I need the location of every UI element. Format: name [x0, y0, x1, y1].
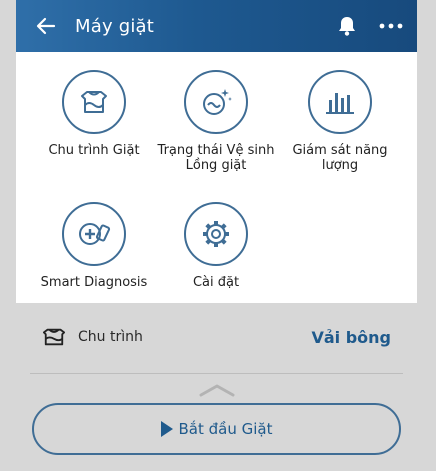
smart-diagnosis-icon [79, 223, 111, 245]
tile-label: Giám sát năng lượng [292, 143, 388, 173]
app-header: Máy giặt [16, 0, 417, 52]
back-button[interactable] [31, 11, 61, 41]
start-wash-button[interactable]: Bắt đầu Giặt [32, 403, 401, 455]
bottom-panel: Chu trình Vải bông Bắt đầu Giặt [16, 303, 417, 471]
tile-wash-cycle[interactable]: Chu trình Giặt [28, 70, 160, 158]
header-actions [335, 14, 403, 38]
tile-icon-circle [62, 202, 126, 266]
more-horizontal-icon [379, 23, 403, 29]
tile-energy-monitoring[interactable]: Giám sát năng lượng [274, 70, 406, 173]
gear-icon [203, 221, 229, 247]
chevron-up-icon[interactable] [199, 383, 235, 397]
start-wash-label: Bắt đầu Giặt [178, 420, 273, 438]
bar-chart-icon [326, 93, 354, 114]
tile-settings[interactable]: Cài đặt [150, 202, 282, 290]
tile-icon-circle [62, 70, 126, 134]
cycle-selector[interactable]: Chu trình Vải bông [16, 315, 417, 359]
divider [30, 373, 403, 374]
bell-icon [339, 17, 355, 36]
play-icon [160, 421, 173, 437]
tile-label: Smart Diagnosis [40, 275, 148, 290]
tile-label: Chu trình Giặt [48, 143, 140, 158]
page-title: Máy giặt [75, 15, 155, 37]
tile-icon-circle [308, 70, 372, 134]
tile-icon-circle [184, 202, 248, 266]
cycle-value[interactable]: Vải bông [311, 328, 391, 347]
laundry-basket-icon [43, 328, 65, 346]
more-options-button[interactable] [379, 14, 403, 38]
tile-label: Cài đặt [192, 275, 240, 290]
tile-icon-circle [184, 70, 248, 134]
tile-smart-diagnosis[interactable]: Smart Diagnosis [28, 202, 160, 290]
arrow-left-icon [36, 17, 56, 35]
features-panel: Chu trình Giặt Trạng thái Vệ sinh Lồng g… [16, 52, 417, 303]
tile-tub-clean-status[interactable]: Trạng thái Vệ sinh Lồng giặt [150, 70, 282, 173]
laundry-basket-icon [81, 91, 107, 113]
cycle-label: Chu trình [78, 329, 143, 345]
tile-label: Trạng thái Vệ sinh Lồng giặt [157, 143, 275, 173]
notifications-button[interactable] [335, 14, 359, 38]
tub-clean-icon [203, 89, 232, 115]
